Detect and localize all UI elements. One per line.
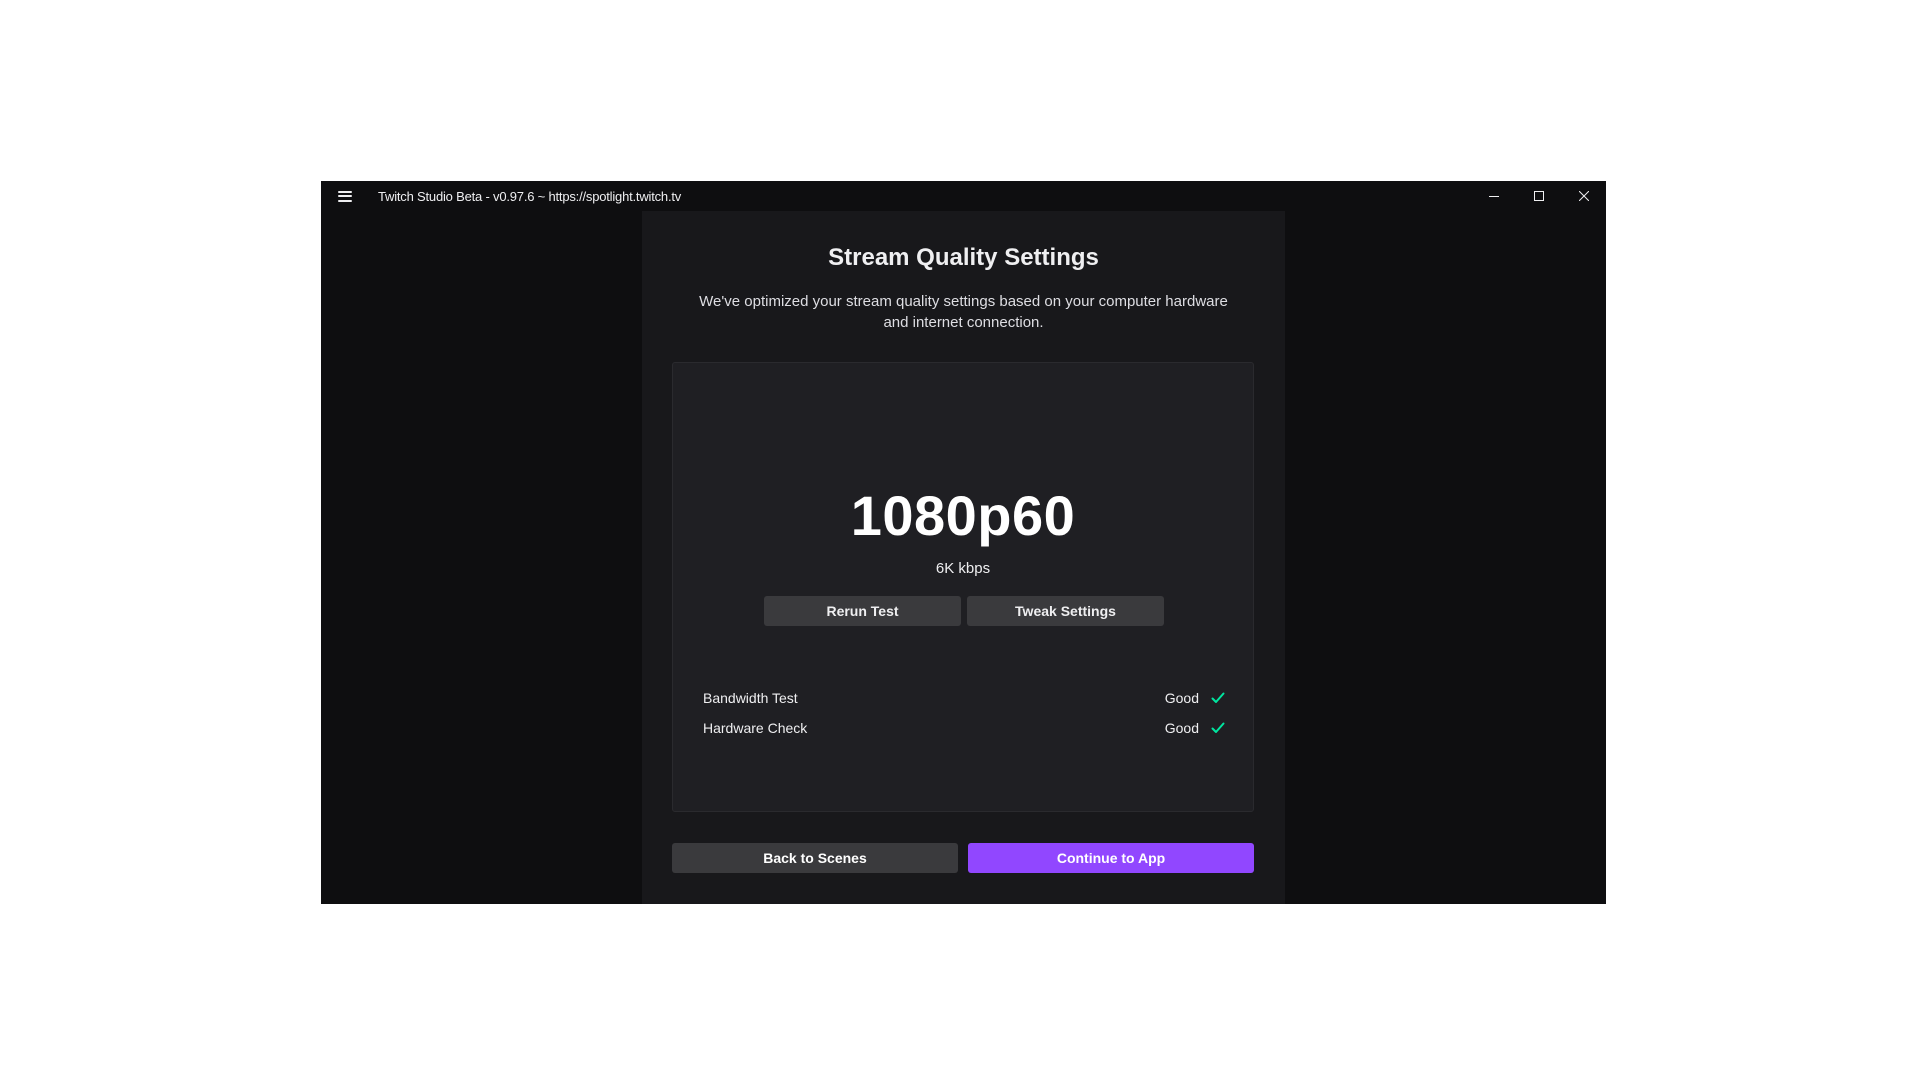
maximize-icon — [1533, 191, 1544, 201]
window-controls — [1471, 181, 1606, 211]
maximize-button[interactable] — [1516, 181, 1561, 211]
close-icon — [1578, 191, 1589, 201]
check-label: Bandwidth Test — [703, 690, 798, 706]
check-status: Good — [1165, 690, 1225, 706]
result-actions: Rerun Test Tweak Settings — [764, 596, 1164, 626]
bitrate-value: 6K kbps — [935, 560, 991, 577]
check-status-text: Good — [1164, 690, 1199, 706]
page-description: We've optimized your stream quality sett… — [699, 293, 1228, 331]
check-status-text: Good — [1164, 720, 1199, 736]
minimize-icon — [1488, 196, 1499, 197]
page-title: Stream Quality Settings — [828, 244, 1099, 271]
check-row-bandwidth: Bandwidth Test Good — [703, 683, 1225, 713]
quality-settings-panel: Stream Quality Settings We've optimized … — [642, 211, 1285, 904]
resolution-value: 1080p60 — [850, 484, 1076, 547]
footer-actions: Back to Scenes Continue to App — [672, 843, 1254, 873]
rerun-test-button[interactable]: Rerun Test — [764, 596, 961, 626]
check-row-hardware: Hardware Check Good — [703, 713, 1225, 743]
check-label: Hardware Check — [703, 720, 808, 736]
minimize-button[interactable] — [1471, 181, 1516, 211]
check-list: Bandwidth Test Good Hardware Check Good — [703, 683, 1225, 743]
check-status: Good — [1165, 720, 1225, 736]
back-to-scenes-button[interactable]: Back to Scenes — [672, 843, 958, 873]
window-title: Twitch Studio Beta - v0.97.6 ~ https://s… — [378, 188, 682, 204]
tweak-settings-button[interactable]: Tweak Settings — [967, 596, 1164, 626]
checkmark-icon — [1211, 722, 1225, 733]
checkmark-icon — [1211, 692, 1225, 703]
title-bar: Twitch Studio Beta - v0.97.6 ~ https://s… — [321, 181, 1606, 211]
quality-result-card: 1080p60 6K kbps Rerun Test Tweak Setting… — [672, 362, 1254, 812]
close-button[interactable] — [1561, 181, 1606, 211]
app-window: Twitch Studio Beta - v0.97.6 ~ https://s… — [321, 181, 1606, 904]
hamburger-menu-icon[interactable] — [338, 190, 352, 202]
continue-to-app-button[interactable]: Continue to App — [968, 843, 1254, 873]
